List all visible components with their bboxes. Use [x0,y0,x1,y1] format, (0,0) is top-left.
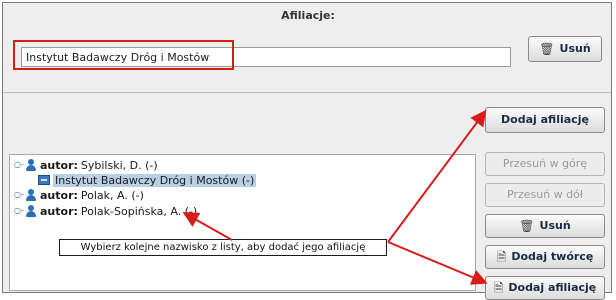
institution-icon [38,175,50,185]
move-down-button[interactable]: Przesuń w dół [485,183,605,207]
person-icon [25,159,37,171]
affiliation-input[interactable] [21,47,511,67]
remove-label: Usuń [559,42,591,55]
move-up-button[interactable]: Przesuń w górę [485,152,605,176]
tree-item-author[interactable]: ○- autor: Polak, A. (-) [14,187,144,203]
affiliation-name: Instytut Badawczy Dróg i Mostów (-) [53,173,257,187]
expand-toggle-icon[interactable]: ○- [14,207,24,215]
move-down-label: Przesuń w dół [506,188,583,201]
trash-icon: 🗑 [519,219,535,233]
divider [3,92,611,93]
remove-label: Usuń [539,219,571,232]
tree-item-affiliation[interactable]: Instytut Badawczy Dróg i Mostów (-) [38,172,257,188]
author-prefix: autor: [40,204,78,218]
page-title: Afiliacje: [281,9,335,22]
add-affiliation-button[interactable]: Dodaj afiliację [485,107,605,133]
trash-icon: 🗑 [539,42,555,56]
add-affiliation-bottom-label: Dodaj afiliację [508,281,597,294]
tree-item-author[interactable]: ○- autor: Polak-Sopińska, A. (-) [14,203,197,219]
person-icon [25,189,37,201]
remove-button[interactable]: 🗑 Usuń [485,214,605,238]
add-affiliation-bottom-button[interactable]: 🗎 Dodaj afiliację [485,276,605,300]
author-prefix: autor: [40,188,78,202]
author-tree[interactable]: ○- autor: Sybilski, D. (-) Instytut Bada… [9,154,476,291]
collapse-toggle-icon[interactable]: ○- [14,191,24,199]
add-author-button[interactable]: 🗎 Dodaj twórcę [485,245,605,269]
author-prefix: autor: [40,158,78,172]
instruction-tooltip: Wybierz kolejne nazwisko z listy, aby do… [59,239,387,256]
move-up-label: Przesuń w górę [502,157,588,170]
collapse-toggle-icon[interactable]: ○- [14,161,24,169]
author-name: Polak-Sopińska, A. (-) [80,204,198,218]
add-author-label: Dodaj twórcę [511,250,594,263]
add-affiliation-label: Dodaj afiliację [501,113,589,126]
author-name: Polak, A. (-) [80,188,144,202]
remove-affiliation-button[interactable]: 🗑 Usuń [528,36,602,62]
tree-item-author[interactable]: ○- autor: Sybilski, D. (-) [14,157,158,173]
author-name: Sybilski, D. (-) [80,158,158,172]
add-document-icon: 🗎 [493,281,504,295]
person-icon [25,205,37,217]
affiliations-panel: Afiliacje: 🗑 Usuń Dodaj afiliację ○- aut… [2,2,612,300]
add-document-icon: 🗎 [496,250,507,264]
